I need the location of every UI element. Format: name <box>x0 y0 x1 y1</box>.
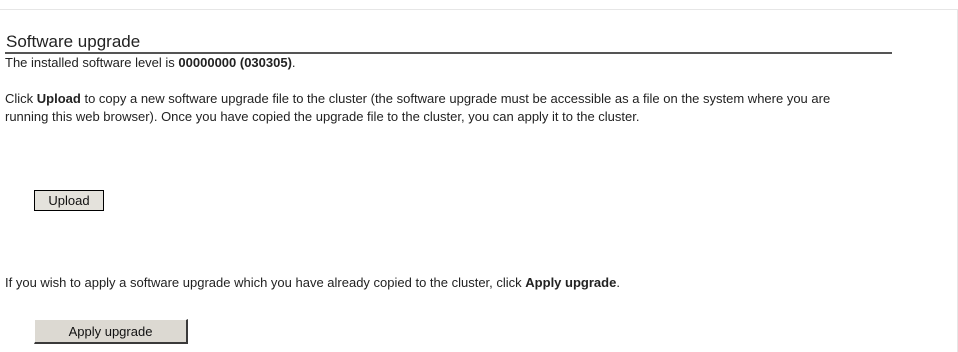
upload-instructions-action: Upload <box>36 91 81 106</box>
apply-instructions-prefix: If you wish to apply a software upgrade … <box>5 275 526 290</box>
upload-instructions-rest: to copy a new software upgrade file to t… <box>5 91 831 124</box>
upload-instructions-prefix: Click <box>5 91 37 106</box>
apply-instructions-action: Apply upgrade <box>525 275 617 290</box>
apply-instructions-suffix: . <box>616 275 620 290</box>
installed-level-suffix: . <box>291 55 296 70</box>
upload-button[interactable]: Upload <box>34 190 104 211</box>
upload-instructions: Click Upload to copy a new software upgr… <box>5 90 855 126</box>
installed-level-prefix: The installed software level is <box>5 55 179 70</box>
installed-level-value: 00000000 (030305) <box>178 55 292 70</box>
apply-upgrade-button[interactable]: Apply upgrade <box>34 319 188 344</box>
apply-instructions: If you wish to apply a software upgrade … <box>5 274 905 292</box>
software-upgrade-panel: Software upgrade The installed software … <box>5 31 895 126</box>
page-title: Software upgrade <box>5 31 892 54</box>
page-top-border <box>0 9 958 10</box>
installed-level-text: The installed software level is 00000000… <box>5 54 855 72</box>
